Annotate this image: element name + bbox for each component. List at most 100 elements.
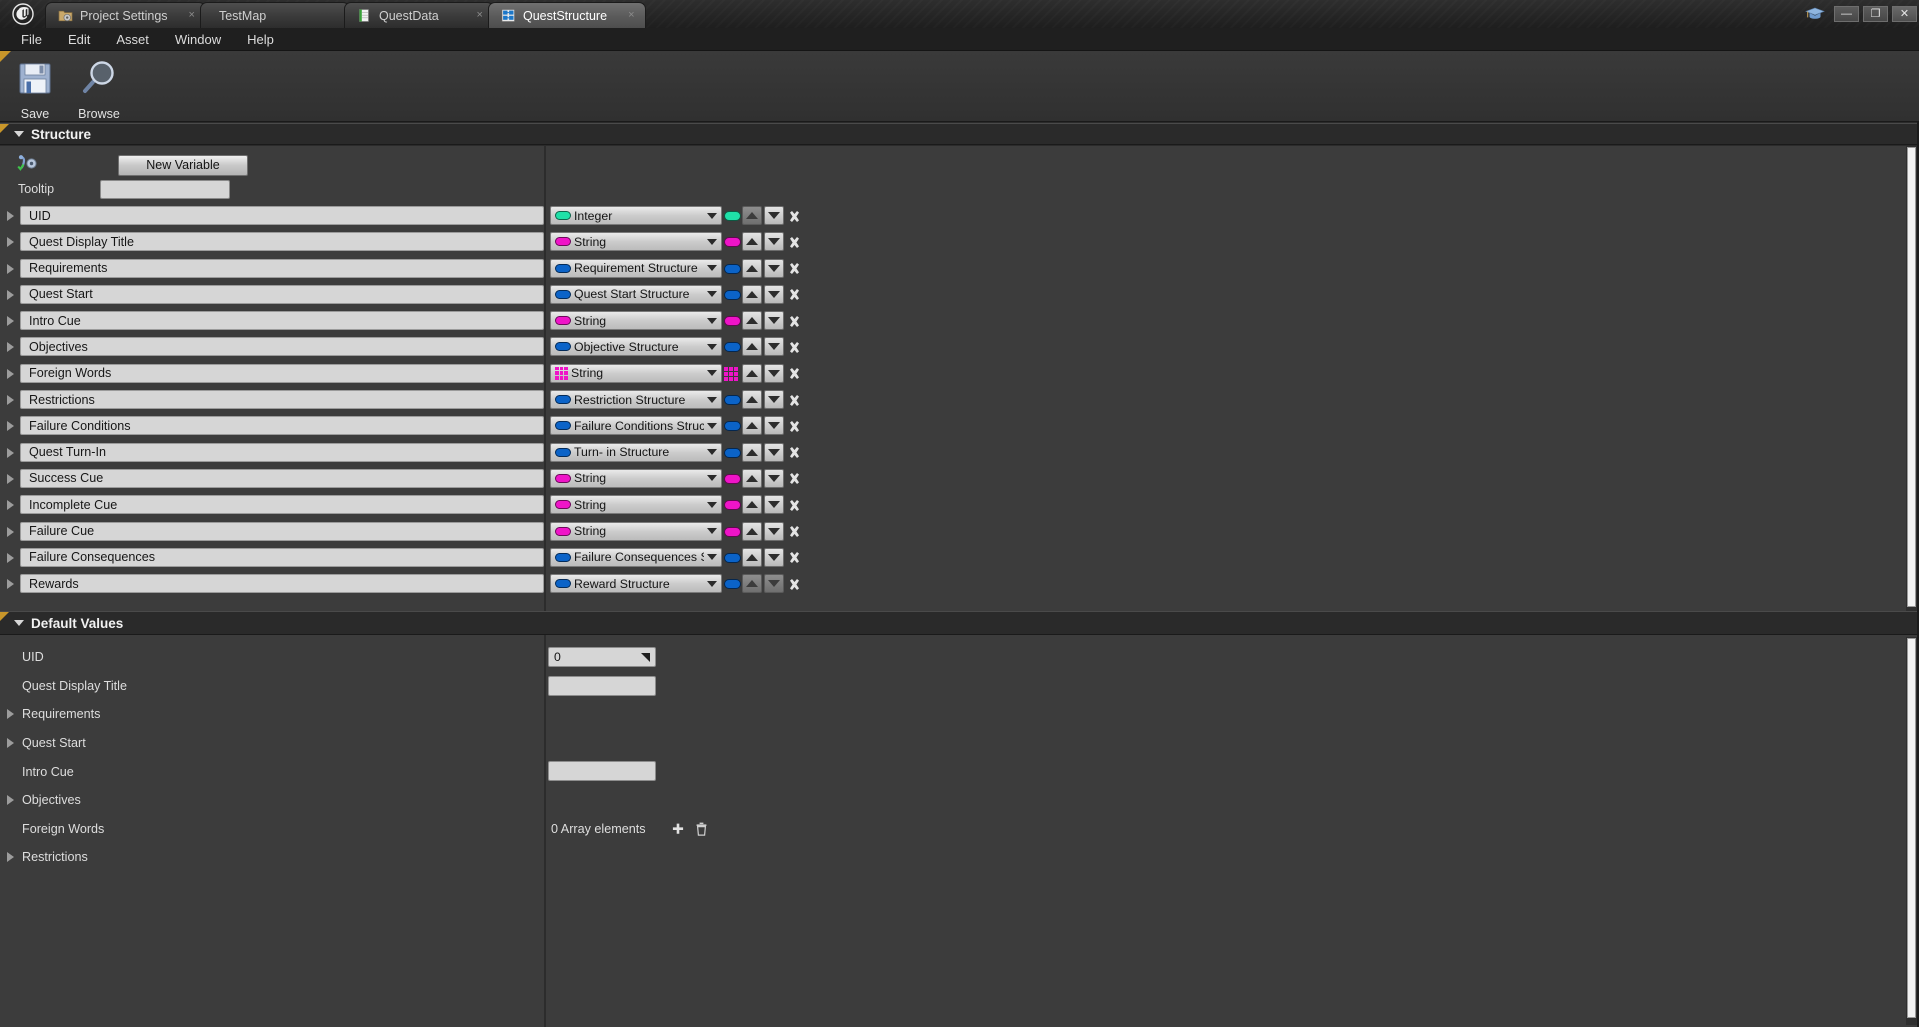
delete-variable-button[interactable] xyxy=(786,550,802,566)
graduation-cap-icon[interactable] xyxy=(1800,0,1830,28)
delete-variable-button[interactable] xyxy=(786,313,802,329)
move-variable-down-button[interactable] xyxy=(764,547,784,567)
move-variable-down-button[interactable] xyxy=(764,574,784,594)
move-variable-down-button[interactable] xyxy=(764,390,784,410)
delete-variable-button[interactable] xyxy=(786,445,802,461)
delete-variable-button[interactable] xyxy=(786,287,802,303)
tooltip-input[interactable] xyxy=(100,179,230,199)
variable-name-input[interactable]: Objectives xyxy=(20,337,544,357)
default-values-scrollbar[interactable] xyxy=(1906,637,1917,1025)
move-variable-down-button[interactable] xyxy=(764,311,784,331)
structure-section-header[interactable]: Structure xyxy=(0,123,1919,145)
variable-name-input[interactable]: Failure Conditions xyxy=(20,416,544,436)
structure-scrollbar[interactable] xyxy=(1906,146,1917,611)
move-variable-up-button[interactable] xyxy=(742,416,762,436)
move-variable-up-button[interactable] xyxy=(742,206,762,225)
variable-expander-icon[interactable] xyxy=(7,395,14,406)
variable-expander-icon[interactable] xyxy=(7,316,14,327)
delete-variable-button[interactable] xyxy=(786,392,802,408)
pin-swatch[interactable] xyxy=(724,447,741,458)
delete-variable-button[interactable] xyxy=(786,261,802,277)
close-button[interactable]: ✕ xyxy=(1892,6,1917,22)
move-variable-up-button[interactable] xyxy=(742,337,762,357)
variable-expander-icon[interactable] xyxy=(7,342,14,353)
pin-swatch[interactable] xyxy=(724,237,741,248)
variable-expander-icon[interactable] xyxy=(7,500,14,511)
minimize-button[interactable]: — xyxy=(1834,6,1859,22)
row-expander-icon[interactable] xyxy=(7,794,14,805)
variable-type-dropdown[interactable]: String xyxy=(550,232,722,252)
tab-close-icon[interactable]: × xyxy=(175,10,195,21)
menu-edit[interactable]: Edit xyxy=(55,28,103,51)
variable-name-input[interactable]: Foreign Words xyxy=(20,363,544,383)
move-variable-up-button[interactable] xyxy=(742,258,762,278)
variable-expander-icon[interactable] xyxy=(7,289,14,300)
variable-type-dropdown[interactable]: Turn- in Structure xyxy=(550,442,722,462)
pin-swatch[interactable] xyxy=(724,316,741,327)
menu-window[interactable]: Window xyxy=(162,28,234,51)
variable-name-input[interactable]: Quest Turn-In xyxy=(20,442,544,462)
variable-type-dropdown[interactable]: String xyxy=(550,495,722,515)
pin-swatch[interactable] xyxy=(724,289,741,300)
move-variable-down-button[interactable] xyxy=(764,442,784,462)
variable-type-dropdown[interactable]: Integer xyxy=(550,206,722,225)
move-variable-up-button[interactable] xyxy=(742,284,762,304)
new-variable-button[interactable]: New Variable xyxy=(118,154,248,176)
scrollbar-thumb[interactable] xyxy=(1907,638,1916,1018)
variable-name-input[interactable]: Failure Cue xyxy=(20,521,544,541)
tab-close-icon[interactable]: × xyxy=(614,10,634,21)
move-variable-down-button[interactable] xyxy=(764,468,784,488)
move-variable-down-button[interactable] xyxy=(764,232,784,252)
move-variable-up-button[interactable] xyxy=(742,547,762,567)
maximize-button[interactable]: ❐ xyxy=(1863,6,1888,22)
variable-name-input[interactable]: Quest Display Title xyxy=(20,232,544,252)
default-values-section-header[interactable]: Default Values xyxy=(0,611,1919,635)
pin-swatch[interactable] xyxy=(724,579,741,590)
pin-swatch[interactable] xyxy=(724,342,741,353)
row-expander-icon[interactable] xyxy=(7,737,14,748)
delete-variable-button[interactable] xyxy=(786,524,802,540)
uid-number-input[interactable]: 0 xyxy=(548,647,656,667)
move-variable-down-button[interactable] xyxy=(764,206,784,225)
variable-type-dropdown[interactable]: Failure Conditions Structure xyxy=(550,416,722,436)
variable-type-dropdown[interactable]: String xyxy=(550,521,722,541)
pin-swatch[interactable] xyxy=(724,421,741,432)
variable-name-input[interactable]: Restrictions xyxy=(20,390,544,410)
variable-type-dropdown[interactable]: Quest Start Structure xyxy=(550,284,722,304)
menu-asset[interactable]: Asset xyxy=(103,28,162,51)
variable-expander-icon[interactable] xyxy=(7,237,14,248)
pin-swatch[interactable] xyxy=(724,552,741,563)
delete-variable-button[interactable] xyxy=(786,576,802,592)
move-variable-down-button[interactable] xyxy=(764,416,784,436)
save-button[interactable]: Save xyxy=(6,55,64,121)
variable-expander-icon[interactable] xyxy=(7,211,14,221)
delete-variable-button[interactable] xyxy=(786,471,802,487)
variable-type-dropdown[interactable]: Restriction Structure xyxy=(550,390,722,410)
move-variable-up-button[interactable] xyxy=(742,232,762,252)
variable-expander-icon[interactable] xyxy=(7,421,14,432)
plus-icon[interactable] xyxy=(666,822,690,836)
spinner-icon[interactable] xyxy=(641,652,650,662)
delete-variable-button[interactable] xyxy=(786,208,802,224)
menu-help[interactable]: Help xyxy=(234,28,287,51)
variable-name-input[interactable]: Intro Cue xyxy=(20,311,544,331)
variable-type-dropdown[interactable]: Reward Structure xyxy=(550,574,722,594)
variable-name-input[interactable]: Incomplete Cue xyxy=(20,495,544,515)
variable-expander-icon[interactable] xyxy=(7,447,14,458)
move-variable-up-button[interactable] xyxy=(742,468,762,488)
variable-name-input[interactable]: Failure Consequences xyxy=(20,547,544,567)
variable-type-dropdown[interactable]: String xyxy=(550,311,722,331)
move-variable-up-button[interactable] xyxy=(742,311,762,331)
move-variable-down-button[interactable] xyxy=(764,495,784,515)
tab-project-settings[interactable]: Project Settings × xyxy=(45,2,206,28)
text-input[interactable] xyxy=(548,675,656,696)
variable-expander-icon[interactable] xyxy=(7,552,14,563)
pin-swatch[interactable] xyxy=(724,500,741,511)
delete-variable-button[interactable] xyxy=(786,497,802,513)
menu-file[interactable]: File xyxy=(8,28,55,51)
tab-close-icon[interactable]: × xyxy=(463,10,483,21)
pin-array-swatch[interactable] xyxy=(724,366,738,381)
variable-type-dropdown[interactable]: String xyxy=(550,468,722,488)
move-variable-up-button[interactable] xyxy=(742,495,762,515)
move-variable-down-button[interactable] xyxy=(764,521,784,541)
